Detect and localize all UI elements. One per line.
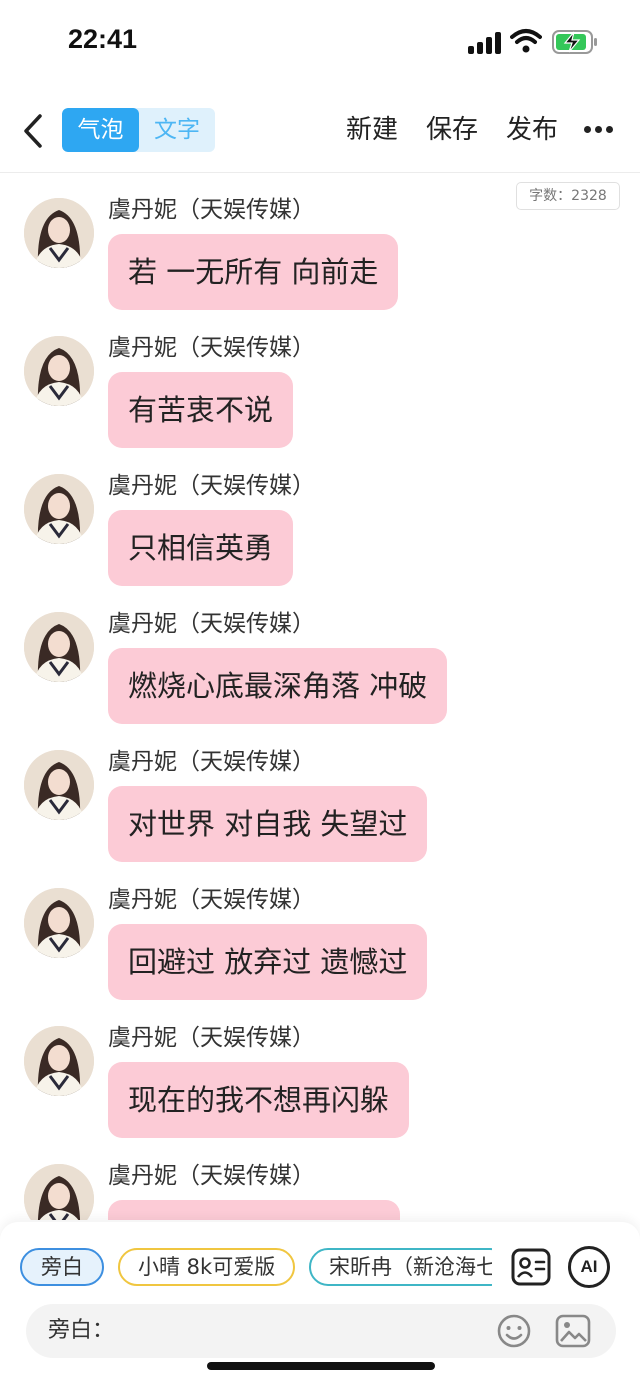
avatar[interactable] (24, 1164, 94, 1220)
message-input[interactable]: 旁白： (26, 1304, 616, 1358)
message-bubble[interactable]: 燃烧心底最深角落 冲破 (108, 648, 448, 724)
sender-name: 虞丹妮（天娱传媒） (108, 887, 315, 913)
cellular-signal-icon (468, 32, 502, 54)
message-list[interactable]: 虞丹妮（天娱传媒） 若 一无所有 向前走 虞丹妮（天娱传媒） 有苦衷不说 虞丹妮… (0, 190, 640, 1220)
status-bar: 22:41 (0, 0, 640, 86)
input-speaker-label: 旁白： (48, 1318, 115, 1343)
nav-divider (0, 172, 640, 173)
avatar[interactable] (24, 888, 94, 958)
sender-name: 虞丹妮（天娱传媒） (108, 749, 315, 775)
sender-name: 虞丹妮（天娱传媒） (108, 1025, 315, 1051)
mode-toggle: 气泡 文字 (62, 108, 215, 152)
sender-name: 虞丹妮（天娱传媒） (108, 611, 315, 637)
avatar[interactable] (24, 336, 94, 406)
new-button[interactable]: 新建 (346, 110, 398, 150)
role-chip-song[interactable]: 宋昕冉（新沧海七 (309, 1248, 492, 1286)
avatar[interactable] (24, 612, 94, 682)
bottom-panel: 旁白 小晴 8k可爱版 宋昕冉（新沧海七 AI 旁白： (0, 1222, 640, 1385)
message-bubble[interactable]: 对世界 对自我 失望过 (108, 786, 428, 862)
avatar[interactable] (24, 750, 94, 820)
avatar[interactable] (24, 1026, 94, 1096)
message-bubble[interactable]: 有苦衷不说 (108, 372, 294, 448)
message-bubble[interactable]: 只相信英勇 (108, 510, 294, 586)
mode-bubble-tab[interactable]: 气泡 (62, 108, 139, 152)
message-bubble[interactable] (108, 1200, 400, 1220)
message-item[interactable]: 虞丹妮（天娱传媒） 回避过 放弃过 遗憾过 (0, 880, 640, 1010)
image-icon[interactable] (554, 1313, 592, 1349)
avatar[interactable] (24, 474, 94, 544)
message-item[interactable]: 虞丹妮（天娱传媒） 有苦衷不说 (0, 328, 640, 458)
ai-button[interactable]: AI (568, 1246, 610, 1288)
emoji-icon[interactable] (496, 1313, 532, 1349)
role-chip-narrator[interactable]: 旁白 (20, 1248, 104, 1286)
message-bubble[interactable]: 现在的我不想再闪躲 (108, 1062, 410, 1138)
sender-name: 虞丹妮（天娱传媒） (108, 197, 315, 223)
avatar[interactable] (24, 198, 94, 268)
nav-bar: 气泡 文字 新建 保存 发布 (0, 100, 640, 162)
message-item[interactable]: 虞丹妮（天娱传媒） 只相信英勇 (0, 466, 640, 596)
sender-name: 虞丹妮（天娱传媒） (108, 473, 315, 499)
message-bubble[interactable]: 回避过 放弃过 遗憾过 (108, 924, 428, 1000)
wifi-icon (510, 29, 542, 53)
role-chip-list[interactable]: 旁白 小晴 8k可爱版 宋昕冉（新沧海七 (20, 1248, 492, 1288)
sender-name: 虞丹妮（天娱传媒） (108, 335, 315, 361)
home-indicator (207, 1362, 435, 1370)
sender-name: 虞丹妮（天娱传媒） (108, 1163, 315, 1189)
mode-text-tab[interactable]: 文字 (139, 108, 215, 152)
back-icon[interactable] (14, 108, 54, 154)
message-item[interactable]: 虞丹妮（天娱传媒） 现在的我不想再闪躲 (0, 1018, 640, 1148)
publish-button[interactable]: 发布 (506, 110, 558, 150)
word-count: 字数：2328 (516, 182, 620, 210)
message-bubble[interactable]: 若 一无所有 向前走 (108, 234, 399, 310)
role-chip-xiaoqing[interactable]: 小晴 8k可爱版 (118, 1248, 295, 1286)
message-item[interactable]: 虞丹妮（天娱传媒） 对世界 对自我 失望过 (0, 742, 640, 872)
save-button[interactable]: 保存 (426, 110, 478, 150)
more-icon[interactable] (584, 126, 614, 134)
battery-charging-icon (552, 30, 597, 54)
message-item[interactable]: 虞丹妮（天娱传媒） (0, 1156, 640, 1220)
contact-card-icon[interactable] (510, 1246, 552, 1288)
message-item[interactable]: 虞丹妮（天娱传媒） 燃烧心底最深角落 冲破 (0, 604, 640, 734)
status-time: 22:41 (68, 24, 138, 54)
